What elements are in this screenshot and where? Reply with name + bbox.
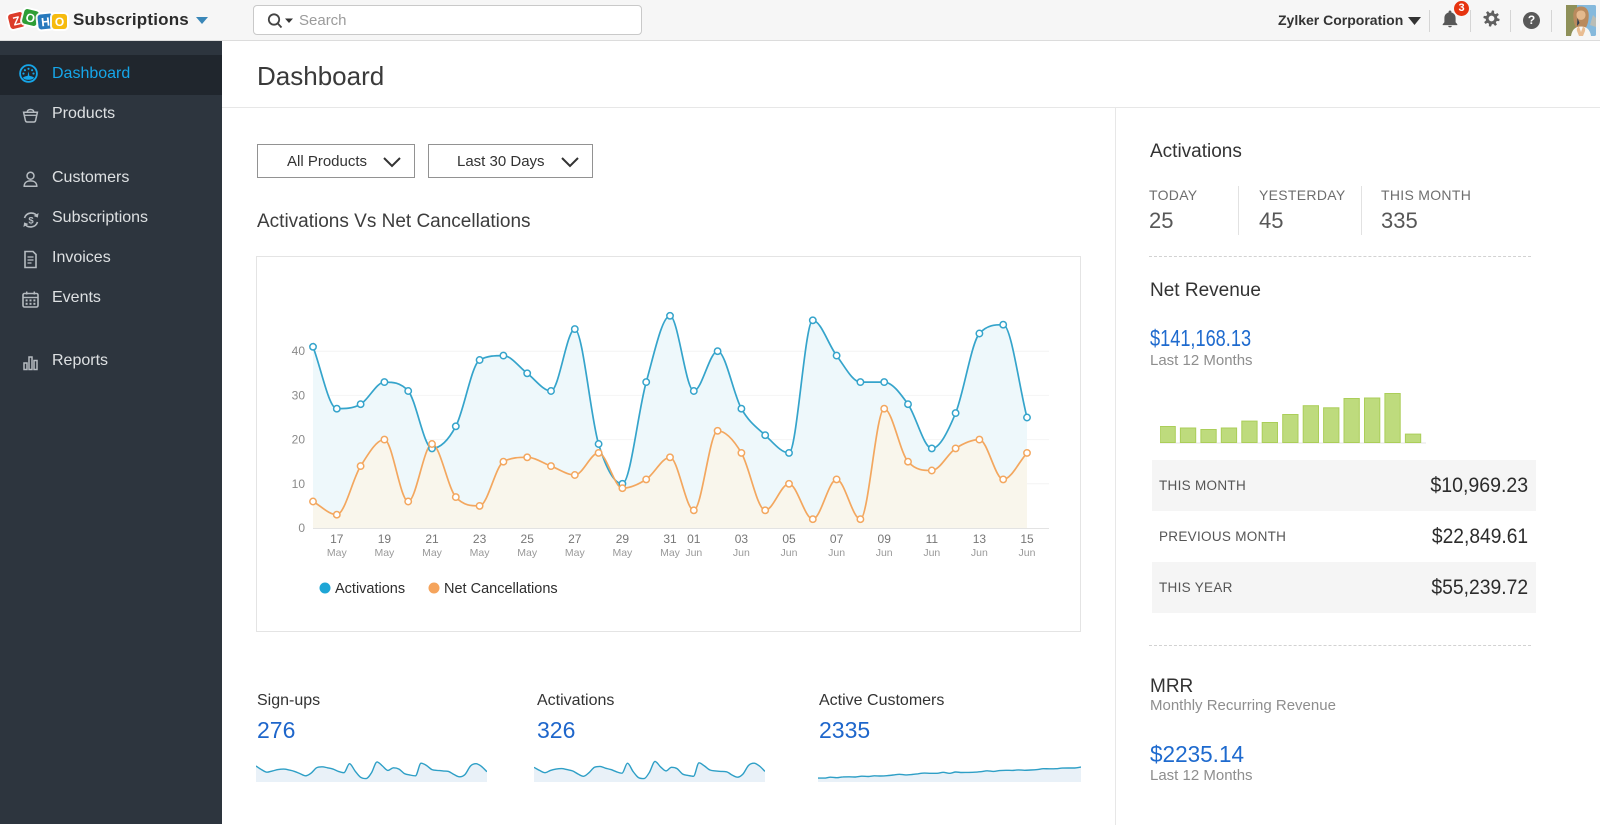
svg-text:May: May bbox=[565, 547, 586, 559]
svg-text:01: 01 bbox=[687, 532, 701, 546]
svg-text:05: 05 bbox=[782, 532, 796, 546]
svg-text:Jun: Jun bbox=[828, 547, 845, 559]
svg-text:Jun: Jun bbox=[685, 547, 702, 559]
svg-text:03: 03 bbox=[735, 532, 749, 546]
svg-text:Jun: Jun bbox=[781, 547, 798, 559]
svg-text:0: 0 bbox=[298, 521, 305, 535]
svg-text:May: May bbox=[327, 547, 348, 559]
svg-text:20: 20 bbox=[292, 433, 306, 447]
svg-text:29: 29 bbox=[616, 532, 630, 546]
svg-text:$: $ bbox=[28, 215, 34, 226]
svg-text:11: 11 bbox=[926, 532, 939, 546]
svg-text:13: 13 bbox=[973, 532, 987, 546]
svg-text:Jun: Jun bbox=[923, 547, 940, 559]
svg-text:May: May bbox=[470, 547, 491, 559]
svg-text:07: 07 bbox=[830, 532, 844, 546]
svg-text:May: May bbox=[612, 547, 633, 559]
svg-text:Jun: Jun bbox=[733, 547, 750, 559]
svg-text:31: 31 bbox=[663, 532, 677, 546]
svg-text:10: 10 bbox=[292, 477, 306, 491]
svg-text:30: 30 bbox=[292, 388, 306, 402]
svg-text:Net Cancellations: Net Cancellations bbox=[444, 581, 558, 597]
svg-text:May: May bbox=[374, 547, 395, 559]
svg-text:Jun: Jun bbox=[876, 547, 893, 559]
svg-text:27: 27 bbox=[568, 532, 582, 546]
svg-text:17: 17 bbox=[330, 532, 344, 546]
svg-text:Jun: Jun bbox=[1019, 547, 1036, 559]
svg-text:23: 23 bbox=[473, 532, 487, 546]
svg-text:15: 15 bbox=[1020, 532, 1034, 546]
svg-text:09: 09 bbox=[878, 532, 892, 546]
svg-text:19: 19 bbox=[378, 532, 392, 546]
svg-text:May: May bbox=[517, 547, 538, 559]
svg-text:May: May bbox=[660, 547, 681, 559]
svg-text:May: May bbox=[422, 547, 443, 559]
svg-text:21: 21 bbox=[425, 532, 439, 546]
svg-text:Activations: Activations bbox=[335, 581, 405, 597]
svg-text:Jun: Jun bbox=[971, 547, 988, 559]
svg-text:25: 25 bbox=[521, 532, 535, 546]
svg-text:40: 40 bbox=[292, 344, 306, 358]
